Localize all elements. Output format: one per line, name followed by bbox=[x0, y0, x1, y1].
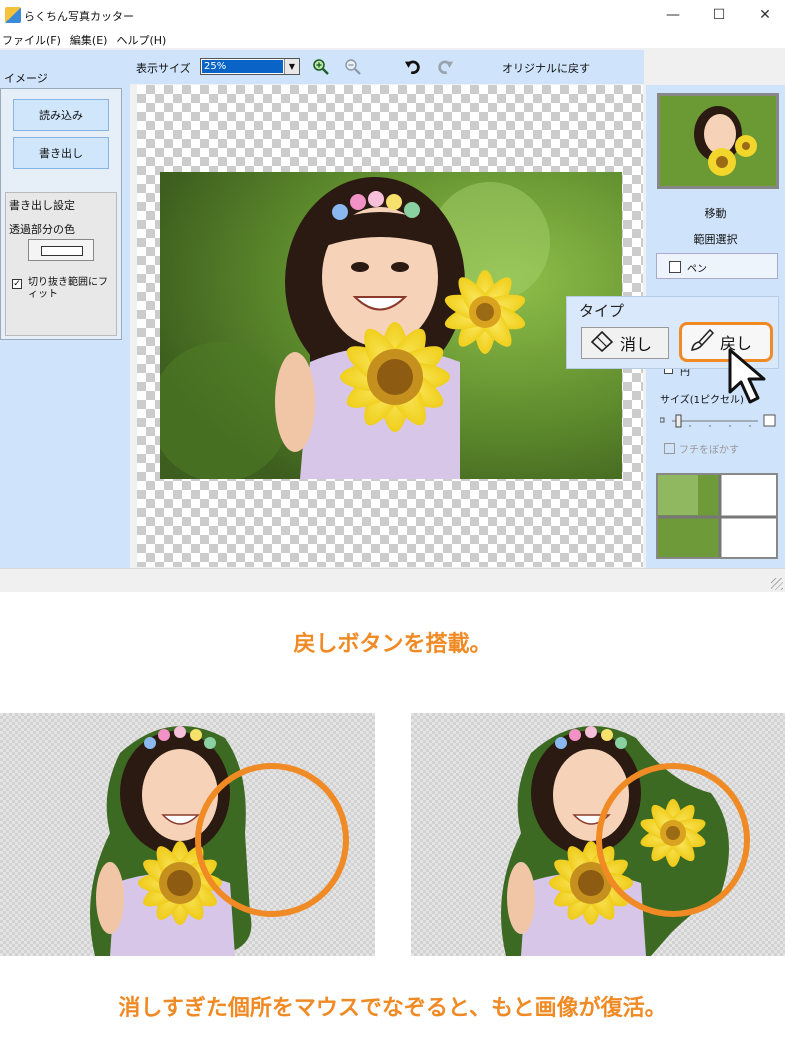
zoom-value: 25% bbox=[202, 60, 283, 73]
app-window: らくちん写真カッター — ☐ ✕ ファイル(F) 編集(E) ヘルプ(H) 表示… bbox=[0, 0, 785, 592]
fit-checkbox-label: 切り抜き範囲にフィット bbox=[28, 277, 108, 300]
close-button[interactable]: ✕ bbox=[742, 0, 785, 30]
left-panel: イメージ 読み込み 書き出し 書き出し設定 透過部分の色 ✓ 切り抜き範囲にフィ… bbox=[0, 50, 130, 568]
chevron-down-icon[interactable]: ▼ bbox=[284, 59, 299, 74]
export-settings-title: 書き出し設定 bbox=[9, 199, 75, 212]
zoom-out-icon[interactable] bbox=[344, 58, 362, 76]
window-title: らくちん写真カッター bbox=[24, 10, 134, 23]
range-select-tool[interactable]: 範囲選択 bbox=[646, 231, 785, 247]
menu-edit[interactable]: 編集(E) bbox=[68, 30, 115, 48]
resize-grip[interactable] bbox=[771, 578, 783, 590]
undo-icon[interactable] bbox=[404, 58, 422, 76]
export-settings-group: 書き出し設定 透過部分の色 ✓ 切り抜き範囲にフィット bbox=[5, 192, 117, 336]
export-button[interactable]: 書き出し bbox=[13, 137, 109, 169]
erase-button[interactable]: 消し bbox=[581, 327, 669, 359]
thumbnail-preview[interactable] bbox=[657, 93, 779, 189]
status-bar bbox=[0, 568, 785, 592]
brush-preview bbox=[656, 473, 778, 559]
type-label: タイプ bbox=[579, 302, 625, 320]
headline-caption: 戻しボタンを搭載。 bbox=[293, 632, 492, 657]
fit-checkbox[interactable]: ✓ bbox=[12, 279, 22, 289]
transparent-color-button[interactable] bbox=[28, 239, 94, 261]
size-slider[interactable] bbox=[659, 413, 776, 428]
display-size-label: 表示サイズ bbox=[136, 62, 191, 75]
reset-to-original-button[interactable]: オリジナルに戻す bbox=[502, 60, 590, 76]
menu-file[interactable]: ファイル(F) bbox=[0, 30, 68, 48]
zoom-select[interactable]: 25% ▼ bbox=[200, 58, 300, 75]
redo-icon[interactable] bbox=[436, 58, 454, 76]
title-bar: らくちん写真カッター — ☐ ✕ bbox=[0, 0, 785, 30]
menu-help[interactable]: ヘルプ(H) bbox=[114, 30, 173, 48]
pen-tool[interactable]: ペン bbox=[656, 253, 778, 279]
transparent-color-label: 透過部分の色 bbox=[9, 223, 75, 236]
brush-icon bbox=[690, 328, 715, 356]
erase-button-label: 消し bbox=[620, 335, 653, 354]
mouse-cursor-icon bbox=[724, 346, 780, 406]
maximize-button[interactable]: ☐ bbox=[696, 0, 742, 30]
photo bbox=[160, 172, 622, 479]
description-caption: 消しすぎた個所をマウスでなぞると、もと画像が復活。 bbox=[118, 996, 667, 1021]
load-button[interactable]: 読み込み bbox=[13, 99, 109, 131]
image-section-title: イメージ bbox=[4, 72, 48, 85]
app-icon bbox=[5, 7, 21, 23]
minimize-button[interactable]: — bbox=[650, 0, 696, 30]
move-tool[interactable]: 移動 bbox=[646, 205, 785, 221]
zoom-in-icon[interactable] bbox=[312, 58, 330, 76]
blur-edge-checkbox[interactable]: フチをぼかす bbox=[664, 441, 739, 456]
before-image bbox=[0, 713, 375, 956]
toolbar: 表示サイズ 25% ▼ オリジナルに戻す bbox=[130, 50, 644, 84]
menu-bar: ファイル(F) 編集(E) ヘルプ(H) bbox=[0, 30, 785, 48]
after-image bbox=[411, 713, 785, 956]
eraser-icon bbox=[590, 330, 614, 356]
